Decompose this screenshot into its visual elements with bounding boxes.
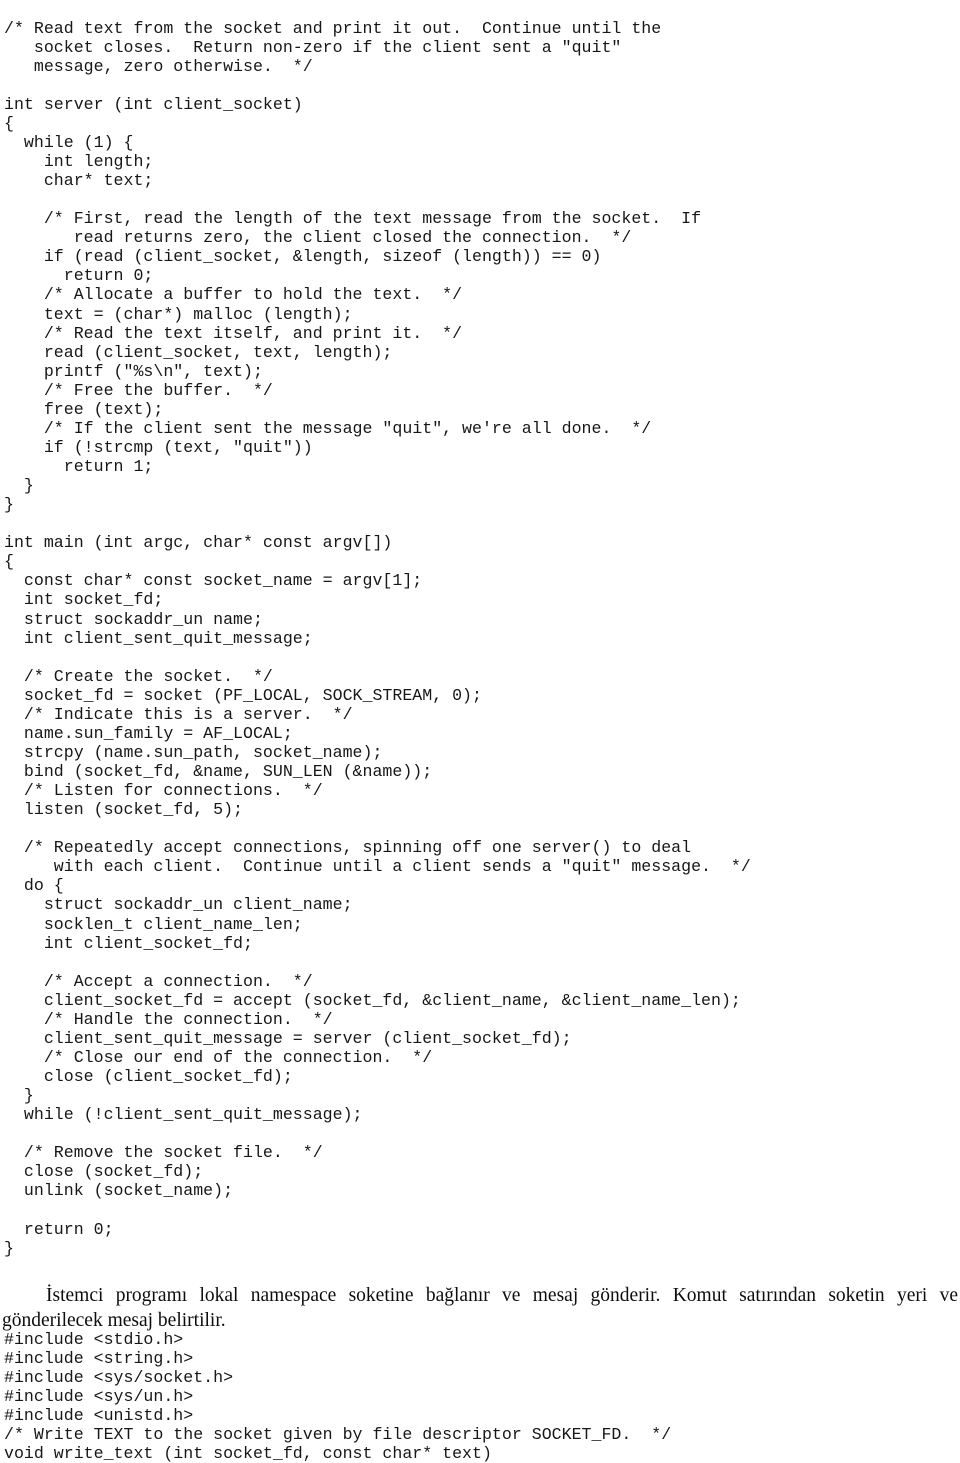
code-line: read (client_socket, text, length); <box>4 342 393 362</box>
code-listing-server-content: /* Read text from the socket and print i… <box>4 19 960 1258</box>
code-line: do { <box>4 876 64 896</box>
code-line: { <box>4 113 14 133</box>
code-line: while (1) { <box>4 132 134 152</box>
code-line: name.sun_family = AF_LOCAL; <box>4 723 293 743</box>
code-line: } <box>4 1086 34 1106</box>
turkish-description-paragraph: İstemci programı lokal namespace soketin… <box>2 1283 958 1333</box>
code-listing-client-header: #include <stdio.h> #include <string.h> #in… <box>4 1330 960 1463</box>
code-line: listen (socket_fd, 5); <box>4 800 243 820</box>
code-line: while (!client_sent_quit_message); <box>4 1105 363 1125</box>
code-line: void write_text (int socket_fd, const ch… <box>4 1443 492 1463</box>
code-line: /* Create the socket. */ <box>4 666 273 686</box>
code-line: struct sockaddr_un name; <box>4 609 263 629</box>
code-line: } <box>4 476 34 496</box>
code-line: int socket_fd; <box>4 590 164 610</box>
code-line: /* Handle the connection. */ <box>4 1009 333 1029</box>
code-line: text = (char*) malloc (length); <box>4 304 353 324</box>
code-line: bind (socket_fd, &name, SUN_LEN (&name))… <box>4 762 433 782</box>
code-line: int client_socket_fd; <box>4 933 253 953</box>
code-line: /* If the client sent the message "quit"… <box>4 418 652 438</box>
code-line: socklen_t client_name_len; <box>4 914 303 934</box>
code-listing-server: /* Read text from the socket and print i… <box>4 19 960 1258</box>
code-line: /* Read the text itself, and print it. *… <box>4 323 463 343</box>
code-line: #include <string.h> <box>4 1348 194 1368</box>
code-line: socket_fd = socket (PF_LOCAL, SOCK_STREA… <box>4 685 482 705</box>
code-line: /* First, read the length of the text me… <box>4 209 702 229</box>
code-line: /* Write TEXT to the socket given by fil… <box>4 1424 672 1444</box>
code-line: /* Accept a connection. */ <box>4 971 313 991</box>
code-line: /* Listen for connections. */ <box>4 781 323 801</box>
code-line: const char* const socket_name = argv[1]; <box>4 571 423 591</box>
code-line: message, zero otherwise. */ <box>4 56 313 76</box>
code-line: client_sent_quit_message = server (clien… <box>4 1028 572 1048</box>
code-line: #include <sys/socket.h> <box>4 1367 234 1387</box>
code-line: client_socket_fd = accept (socket_fd, &c… <box>4 990 741 1010</box>
code-line: /* Allocate a buffer to hold the text. *… <box>4 285 463 305</box>
code-line: /* Repeatedly accept connections, spinni… <box>4 838 692 858</box>
code-line: int length; <box>4 152 154 172</box>
code-line: if (read (client_socket, &length, sizeof… <box>4 247 602 267</box>
code-listing-client-header-content: #include <stdio.h> #include <string.h> #in… <box>4 1330 960 1463</box>
code-line: char* text; <box>4 171 154 191</box>
code-line: close (client_socket_fd); <box>4 1067 293 1087</box>
code-line: #include <sys/un.h> <box>4 1386 194 1406</box>
code-line: printf ("%s\n", text); <box>4 361 263 381</box>
code-line: return 0; <box>4 266 154 286</box>
code-line: } <box>4 495 14 515</box>
code-line: #include <stdio.h> <box>4 1329 184 1349</box>
code-line: return 1; <box>4 457 154 477</box>
code-line: /* Remove the socket file. */ <box>4 1143 323 1163</box>
code-line: #include <unistd.h> <box>4 1405 194 1425</box>
code-line: close (socket_fd); <box>4 1162 204 1182</box>
code-line: } <box>4 1238 14 1258</box>
code-line: struct sockaddr_un client_name; <box>4 895 353 915</box>
code-line: free (text); <box>4 399 164 419</box>
code-line: int server (int client_socket) <box>4 94 303 114</box>
code-line: strcpy (name.sun_path, socket_name); <box>4 742 383 762</box>
code-line: if (!strcmp (text, "quit")) <box>4 437 313 457</box>
code-line: /* Indicate this is a server. */ <box>4 704 353 724</box>
code-line: /* Free the buffer. */ <box>4 380 273 400</box>
code-line: /* Close our end of the connection. */ <box>4 1047 433 1067</box>
code-line: unlink (socket_name); <box>4 1181 234 1201</box>
code-line: { <box>4 552 14 572</box>
code-line: int client_sent_quit_message; <box>4 628 313 648</box>
code-line: int main (int argc, char* const argv[]) <box>4 533 393 553</box>
code-line: socket closes. Return non-zero if the cl… <box>4 37 622 57</box>
code-line: /* Read text from the socket and print i… <box>4 18 662 38</box>
code-line: read returns zero, the client closed the… <box>4 228 632 248</box>
code-line: with each client. Continue until a clien… <box>4 857 751 877</box>
code-line: return 0; <box>4 1219 114 1239</box>
document-page: /* Read text from the socket and print i… <box>0 0 960 1463</box>
turkish-description-text: İstemci programı lokal namespace soketin… <box>2 1284 958 1331</box>
